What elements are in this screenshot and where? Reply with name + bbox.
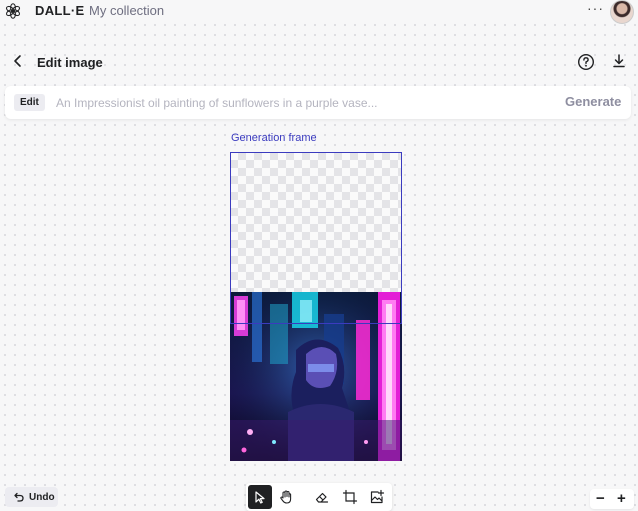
generation-frame-label: Generation frame <box>231 132 317 144</box>
add-frame-icon <box>342 489 358 505</box>
eraser-icon <box>315 492 329 503</box>
select-tool[interactable] <box>248 485 272 509</box>
undo-label: Undo <box>29 492 55 503</box>
hand-pan-icon <box>280 490 292 504</box>
zoom-out-button[interactable]: − <box>596 489 605 509</box>
back-arrow-icon[interactable] <box>10 53 26 69</box>
pan-tool[interactable] <box>274 485 298 509</box>
edit-header: Edit image <box>0 46 638 80</box>
prompt-input[interactable] <box>54 92 538 114</box>
help-icon[interactable] <box>577 53 595 71</box>
upload-image-icon <box>370 489 385 504</box>
my-collection-link[interactable]: My collection <box>89 3 164 18</box>
generation-frame[interactable] <box>230 152 402 324</box>
zoom-controls: − + <box>590 489 634 509</box>
undo-icon <box>14 492 24 502</box>
openai-logo-icon[interactable] <box>4 2 22 20</box>
tool-bar <box>246 483 392 511</box>
avatar[interactable] <box>610 0 634 24</box>
upload-image-tool[interactable] <box>365 485 389 509</box>
zoom-in-button[interactable]: + <box>617 489 626 509</box>
undo-button[interactable]: Undo <box>5 487 58 507</box>
select-arrow-icon <box>255 491 265 504</box>
edit-mode-badge: Edit <box>14 94 45 111</box>
prompt-bar: Edit Generate <box>5 86 631 119</box>
add-frame-tool[interactable] <box>338 485 362 509</box>
page-title: Edit image <box>37 55 103 70</box>
brand-name[interactable]: DALL·E <box>35 3 84 18</box>
more-options-icon[interactable]: ··· <box>587 0 604 16</box>
top-bar: DALL·E My collection ··· <box>0 0 638 24</box>
download-icon[interactable] <box>611 53 627 69</box>
generate-button[interactable]: Generate <box>565 94 621 109</box>
eraser-tool[interactable] <box>310 485 334 509</box>
